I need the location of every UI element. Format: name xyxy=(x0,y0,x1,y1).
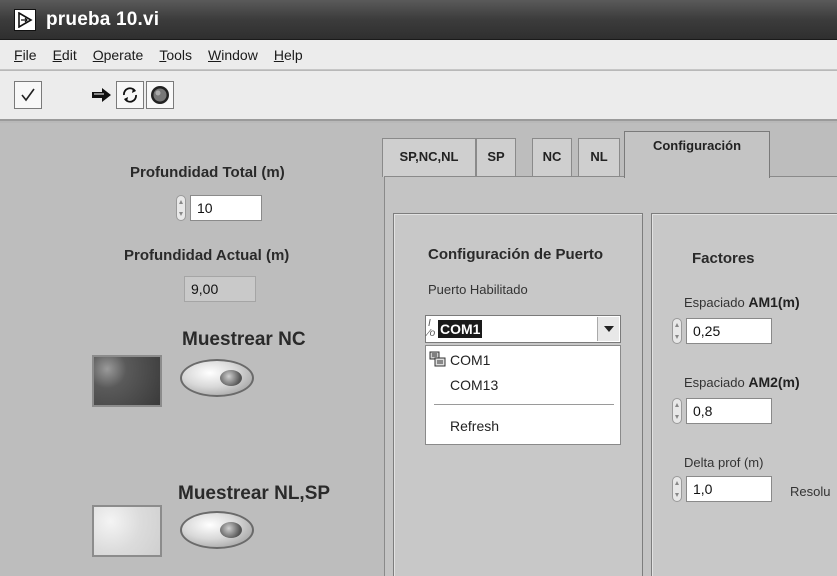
profundidad-total-spinner[interactable] xyxy=(176,195,186,221)
am1-spinner[interactable] xyxy=(672,318,682,344)
puerto-panel: Configuración de Puerto Puerto Habilitad… xyxy=(393,213,643,576)
vi-run-icon xyxy=(14,8,36,31)
tab-nc[interactable]: NC xyxy=(532,138,572,177)
menu-help[interactable]: Help xyxy=(274,47,303,63)
puerto-selected-value: COM1 xyxy=(438,320,483,338)
dropdown-refresh[interactable]: Refresh xyxy=(450,418,499,434)
profundidad-total-label: Profundidad Total (m) xyxy=(130,164,285,181)
muestrear-nl-sp-led xyxy=(92,505,162,557)
front-panel: Profundidad Total (m) 10 Profundidad Act… xyxy=(0,123,837,576)
delta-spinner[interactable] xyxy=(672,476,682,502)
muestrear-nc-button[interactable] xyxy=(180,359,254,397)
muestrear-nc-label: Muestrear NC xyxy=(182,329,306,350)
menu-window[interactable]: Window xyxy=(208,47,258,63)
puerto-select[interactable]: I ⁄o COM1 xyxy=(425,315,621,343)
tab-sp-nc-nl[interactable]: SP,NC,NL xyxy=(382,138,476,177)
serial-port-icon xyxy=(429,351,447,372)
visa-io-icon: I ⁄o xyxy=(428,318,436,339)
menu-bar: File Edit Operate Tools Window Help xyxy=(0,40,837,70)
menu-operate[interactable]: Operate xyxy=(93,47,144,63)
tab-sp[interactable]: SP xyxy=(476,138,516,177)
muestrear-nl-sp-label: Muestrear NL,SP xyxy=(178,483,331,504)
factores-panel: Factores Espaciado AM1(m) 0,25 Espaciado… xyxy=(651,213,837,576)
am2-input[interactable]: 0,8 xyxy=(686,398,772,424)
toolbar xyxy=(0,71,837,121)
espaciado-am1-label: Espaciado AM1(m) xyxy=(684,294,800,310)
puerto-habilitado-label: Puerto Habilitado xyxy=(428,282,528,297)
am1-input[interactable]: 0,25 xyxy=(686,318,772,344)
factores-title: Factores xyxy=(692,250,755,267)
profundidad-total-input[interactable]: 10 xyxy=(190,195,262,221)
menu-tools[interactable]: Tools xyxy=(159,47,192,63)
profundidad-actual-label: Profundidad Actual (m) xyxy=(124,247,290,264)
delta-input[interactable]: 1,0 xyxy=(686,476,772,502)
espaciado-am2-label: Espaciado AM2(m) xyxy=(684,374,800,390)
muestrear-nc-led xyxy=(92,355,162,407)
dropdown-option-com1[interactable]: COM1 xyxy=(450,352,490,368)
delta-prof-label: Delta prof (m) xyxy=(684,455,764,470)
dropdown-option-com13[interactable]: COM13 xyxy=(450,377,498,393)
menu-file[interactable]: File xyxy=(14,47,37,63)
resolucion-label: Resolu xyxy=(790,484,831,499)
run-continuously-icon[interactable] xyxy=(116,81,144,109)
abort-stop-icon[interactable] xyxy=(146,81,174,109)
puerto-dropdown: COM1 COM13 Refresh xyxy=(425,345,621,445)
title-bar: prueba 10.vi xyxy=(0,0,837,40)
muestrear-nl-sp-button[interactable] xyxy=(180,511,254,549)
checkmark-icon[interactable] xyxy=(14,81,42,109)
tab-page-configuracion: Configuración de Puerto Puerto Habilitad… xyxy=(384,176,837,576)
window-title: prueba 10.vi xyxy=(46,8,160,30)
tab-configuracion[interactable]: Configuración xyxy=(624,131,770,178)
tab-nl[interactable]: NL xyxy=(578,138,620,177)
menu-edit[interactable]: Edit xyxy=(53,47,77,63)
chevron-down-icon[interactable] xyxy=(597,317,619,341)
run-arrow-icon[interactable] xyxy=(90,81,114,109)
dropdown-separator xyxy=(434,404,614,405)
profundidad-actual-indicator: 9,00 xyxy=(184,276,256,302)
puerto-title: Configuración de Puerto xyxy=(428,246,604,263)
am2-spinner[interactable] xyxy=(672,398,682,424)
